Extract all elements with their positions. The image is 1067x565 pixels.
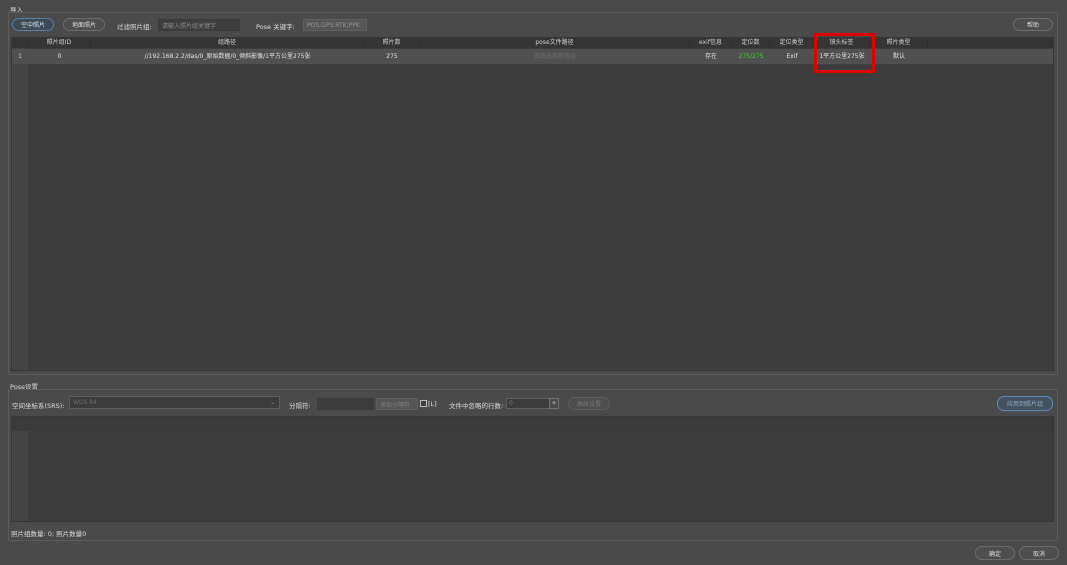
separator-label: 分隔符: bbox=[289, 402, 311, 410]
pose-keyword-input[interactable]: POS;GPS;RTK;PPK bbox=[303, 19, 367, 31]
header-corner bbox=[12, 38, 28, 48]
bracket-checkbox[interactable] bbox=[420, 400, 427, 407]
pose-row-number-column bbox=[12, 431, 28, 521]
cell-exif[interactable]: 存在 bbox=[690, 49, 732, 64]
separator-input[interactable]: 添加分隔符 bbox=[376, 398, 418, 410]
header-pose-path[interactable]: pose文件路径 bbox=[420, 38, 690, 48]
header-photo-type[interactable]: 照片类型 bbox=[870, 38, 928, 48]
srs-select[interactable]: WGS 84 ⌄ bbox=[69, 396, 280, 409]
skip-rows-input[interactable]: 0 bbox=[506, 398, 550, 409]
help-button[interactable]: 帮助 bbox=[1013, 18, 1053, 31]
header-located[interactable]: 定位数 bbox=[732, 38, 770, 48]
photo-group-table: 照片组ID 组路径 照片数 pose文件路径 exif信息 定位数 定位类型 镜… bbox=[11, 37, 1054, 371]
cell-group-id[interactable]: 0 bbox=[28, 49, 91, 64]
chevron-down-icon: ⌄ bbox=[269, 399, 275, 406]
skip-rows-label: 文件中忽略的行数: bbox=[449, 402, 504, 410]
row-number-column bbox=[12, 48, 28, 370]
filter-label: 过滤照片组: bbox=[117, 23, 152, 31]
separator-field bbox=[317, 398, 374, 410]
advanced-settings-button[interactable]: 高级设置 bbox=[568, 397, 610, 410]
cancel-button[interactable]: 取消 bbox=[1019, 546, 1059, 560]
apply-to-group-button[interactable]: 应用到照片组 bbox=[997, 396, 1053, 411]
row-number: 1 bbox=[18, 53, 22, 60]
filter-input[interactable]: 请输入照片组关键字 bbox=[158, 19, 240, 31]
header-group-path[interactable]: 组路径 bbox=[91, 38, 364, 48]
table-row[interactable]: 1 0 //192.168.2.2/das/0_原始数据/0_倾斜影像/1平方公… bbox=[12, 49, 1053, 64]
lens-tag-highlight-box bbox=[814, 33, 875, 73]
cell-located[interactable]: 275/275 bbox=[732, 49, 770, 64]
srs-label: 空间坐标系(SRS): bbox=[12, 402, 65, 410]
header-group-id[interactable]: 照片组ID bbox=[28, 38, 91, 48]
pose-keyword-label: Pose 关键字: bbox=[256, 23, 295, 31]
pose-table bbox=[11, 416, 1054, 522]
srs-value: WGS 84 bbox=[73, 399, 97, 406]
cell-photo-type[interactable]: 默认 bbox=[870, 49, 928, 64]
stepper-plus-icon[interactable]: + bbox=[549, 398, 559, 409]
cell-photo-count[interactable]: 275 bbox=[364, 49, 420, 64]
cell-locate-type[interactable]: Exif bbox=[770, 49, 814, 64]
ground-photo-button[interactable]: 地面照片 bbox=[63, 18, 105, 31]
header-exif[interactable]: exif信息 bbox=[690, 38, 732, 48]
header-locate-type[interactable]: 定位类型 bbox=[770, 38, 814, 48]
cell-group-path[interactable]: //192.168.2.2/das/0_原始数据/0_倾斜影像/1平方公里275… bbox=[91, 49, 364, 64]
header-photo-count[interactable]: 照片数 bbox=[364, 38, 420, 48]
bracket-label: [L] bbox=[428, 400, 437, 408]
pose-table-header bbox=[12, 417, 1053, 431]
ok-button[interactable]: 确定 bbox=[975, 546, 1015, 560]
cell-pose-path[interactable]: 双击选择新路径 bbox=[420, 49, 690, 64]
table-header: 照片组ID 组路径 照片数 pose文件路径 exif信息 定位数 定位类型 镜… bbox=[12, 38, 1053, 48]
status-summary: 照片组数量: 0; 照片数量0 bbox=[11, 530, 87, 538]
aerial-photo-button[interactable]: 空中照片 bbox=[12, 18, 54, 31]
